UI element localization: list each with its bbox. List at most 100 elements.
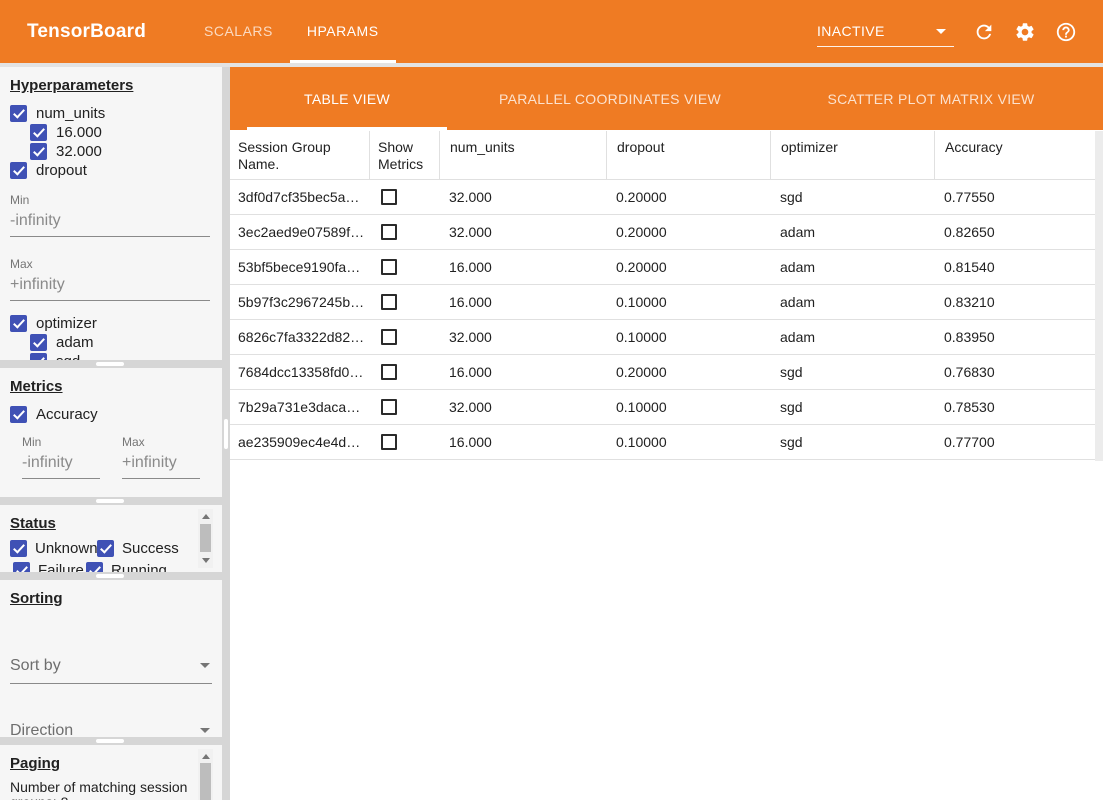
top-bar: TensorBoard SCALARS HPARAMS INACTIVE [0, 0, 1103, 63]
optimizer-value: adam [770, 259, 934, 275]
accuracy-value: 0.82650 [934, 224, 1095, 240]
session-group-name: 3df0d7cf35bec5a… [230, 189, 369, 205]
dropout-min-label: Min [10, 193, 222, 207]
chevron-down-icon [936, 29, 946, 34]
table-row: 53bf5bece9190fa… 16.000 0.20000 adam 0.8… [230, 250, 1095, 285]
panel-resize-handle[interactable] [96, 574, 124, 578]
status-scrollbar[interactable] [198, 509, 213, 568]
hparam-num-units-row: num_units [10, 104, 222, 122]
session-group-name: 5b97f3c2967245b… [230, 294, 369, 310]
metric-accuracy-row: Accuracy [10, 405, 222, 423]
dropout-min-input[interactable] [10, 209, 210, 237]
optimizer-adam-label: adam [56, 334, 94, 351]
optimizer-sgd-checkbox[interactable] [30, 353, 47, 361]
settings-gear-icon[interactable] [1014, 21, 1036, 43]
direction-dropdown[interactable]: Direction [10, 718, 212, 737]
accuracy-min-label: Min [22, 435, 100, 449]
dropout-value: 0.10000 [606, 294, 770, 310]
num-units-value: 16.000 [439, 434, 606, 450]
table-row: 5b97f3c2967245b… 16.000 0.10000 adam 0.8… [230, 285, 1095, 320]
num-units-value: 16.000 [439, 294, 606, 310]
tab-scatter-plot-matrix-view[interactable]: SCATTER PLOT MATRIX VIEW [812, 67, 1050, 130]
sidebar-resize-divider[interactable] [222, 67, 230, 800]
sorting-heading: Sorting [10, 590, 222, 607]
accuracy-checkbox[interactable] [10, 406, 27, 423]
scroll-up-icon[interactable] [202, 514, 210, 519]
show-metrics-checkbox[interactable] [381, 189, 397, 205]
session-group-name: 6826c7fa3322d82… [230, 329, 369, 345]
help-icon[interactable] [1055, 21, 1077, 43]
num-units-checkbox[interactable] [10, 105, 27, 122]
dropout-max-input[interactable] [10, 273, 210, 301]
session-group-name: 7b29a731e3daca… [230, 399, 369, 415]
optimizer-value-row: adam [30, 333, 222, 351]
hparam-dropout-row: dropout [10, 161, 222, 179]
num-units-16-checkbox[interactable] [30, 124, 47, 141]
col-header-optimizer: optimizer [770, 131, 934, 179]
paging-scrollbar[interactable] [198, 749, 213, 800]
optimizer-value: adam [770, 294, 934, 310]
topbar-actions: INACTIVE [817, 0, 1077, 63]
tab-table-view[interactable]: TABLE VIEW [247, 67, 447, 130]
show-metrics-checkbox[interactable] [381, 259, 397, 275]
chevron-down-icon [200, 728, 210, 733]
show-metrics-checkbox[interactable] [381, 399, 397, 415]
scrollbar-thumb[interactable] [200, 763, 211, 800]
optimizer-adam-checkbox[interactable] [30, 334, 47, 351]
sidebar-resize-handle[interactable] [224, 419, 228, 449]
show-metrics-checkbox[interactable] [381, 364, 397, 380]
tab-hparams[interactable]: HPARAMS [290, 0, 396, 63]
table-row: ae235909ec4e4d… 16.000 0.10000 sgd 0.777… [230, 425, 1095, 460]
show-metrics-checkbox[interactable] [381, 329, 397, 345]
num-units-value: 32.000 [439, 224, 606, 240]
panel-resize-handle[interactable] [96, 739, 124, 743]
hyperparameters-panel: Hyperparameters num_units 16.000 32.000 … [0, 67, 222, 360]
dropout-max-label: Max [10, 257, 222, 271]
table-row: 3ec2aed9e07589f… 32.000 0.20000 adam 0.8… [230, 215, 1095, 250]
metrics-heading: Metrics [10, 378, 222, 395]
optimizer-checkbox[interactable] [10, 315, 27, 332]
tab-parallel-coordinates-view[interactable]: PARALLEL COORDINATES VIEW [487, 67, 733, 130]
accuracy-value: 0.78530 [934, 399, 1095, 415]
accuracy-max-input[interactable] [122, 451, 200, 479]
status-failure-checkbox[interactable] [13, 562, 30, 573]
col-header-accuracy: Accuracy [934, 131, 1095, 179]
scroll-up-icon[interactable] [202, 754, 210, 759]
status-success-checkbox[interactable] [97, 540, 114, 557]
view-tabs-bar: TABLE VIEW PARALLEL COORDINATES VIEW SCA… [230, 67, 1103, 130]
matching-groups-count: Number of matching session groups: 8 [10, 780, 192, 800]
show-metrics-checkbox[interactable] [381, 294, 397, 310]
table-scrollbar-track[interactable] [1095, 131, 1103, 461]
tab-scalars[interactable]: SCALARS [187, 0, 290, 63]
run-status-dropdown[interactable]: INACTIVE [817, 17, 954, 47]
panel-resize-handle[interactable] [96, 499, 124, 503]
session-group-name: 7684dcc13358fd0… [230, 364, 369, 380]
panel-resize-handle[interactable] [96, 362, 124, 366]
status-running-checkbox[interactable] [86, 562, 103, 573]
dropout-checkbox[interactable] [10, 162, 27, 179]
accuracy-value: 0.81540 [934, 259, 1095, 275]
show-metrics-checkbox[interactable] [381, 224, 397, 240]
top-nav-tabs: SCALARS HPARAMS [187, 0, 396, 63]
col-header-show-metrics: Show Metrics [369, 131, 439, 179]
status-panel: Status Unknown Success Failure R [0, 505, 222, 572]
optimizer-value: sgd [770, 399, 934, 415]
status-unknown-checkbox[interactable] [10, 540, 27, 557]
scrollbar-thumb[interactable] [200, 524, 211, 552]
hyperparameters-heading: Hyperparameters [10, 77, 222, 94]
num-units-value: 16.000 [439, 259, 606, 275]
show-metrics-checkbox[interactable] [381, 434, 397, 450]
table-row: 7b29a731e3daca… 32.000 0.10000 sgd 0.785… [230, 390, 1095, 425]
accuracy-max-label: Max [122, 435, 200, 449]
status-heading: Status [10, 515, 222, 532]
num-units-32-checkbox[interactable] [30, 143, 47, 160]
sort-by-dropdown[interactable]: Sort by [10, 653, 212, 684]
num-units-16-label: 16.000 [56, 124, 102, 141]
num-units-value: 32.000 [439, 399, 606, 415]
accuracy-min-input[interactable] [22, 451, 100, 479]
scroll-down-icon[interactable] [202, 558, 210, 563]
refresh-icon[interactable] [973, 21, 995, 43]
num-units-value-row: 32.000 [30, 142, 222, 160]
optimizer-label: optimizer [36, 315, 97, 332]
status-unknown-label: Unknown [35, 540, 98, 557]
